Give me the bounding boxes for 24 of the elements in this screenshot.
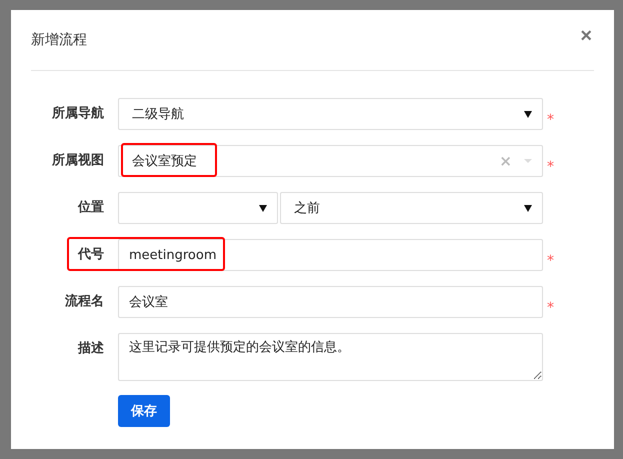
field-label: 所属视图	[50, 152, 105, 170]
required-mark: *	[546, 300, 555, 316]
field-label: 流程名	[64, 292, 105, 311]
select-field[interactable]: 二级导航	[118, 98, 543, 130]
caret-icon	[259, 204, 267, 212]
text-field[interactable]: 会议室	[118, 286, 543, 318]
caret-icon	[524, 159, 532, 163]
caret-icon	[524, 110, 532, 118]
save-button[interactable]: 保存	[118, 395, 170, 427]
select-field[interactable]	[118, 192, 278, 224]
caret-icon	[524, 204, 532, 212]
required-mark: *	[546, 112, 555, 128]
description-field[interactable]: 这里记录可提供预定的会议室的信息。	[118, 333, 543, 381]
field-label: 位置	[76, 199, 105, 217]
field-label: 描述	[76, 340, 105, 358]
select-field[interactable]: 之前	[280, 192, 543, 224]
dialog-title: 新增流程	[31, 31, 87, 49]
required-mark: *	[546, 159, 555, 175]
close-button[interactable]: ×	[580, 26, 592, 46]
field-label: 所属导航	[50, 104, 105, 123]
text-field[interactable]: meetingroom	[118, 239, 543, 271]
field-label: 代号	[76, 246, 105, 264]
select-field[interactable]: 会议室预定 ×	[118, 145, 543, 177]
required-mark: *	[546, 253, 555, 269]
